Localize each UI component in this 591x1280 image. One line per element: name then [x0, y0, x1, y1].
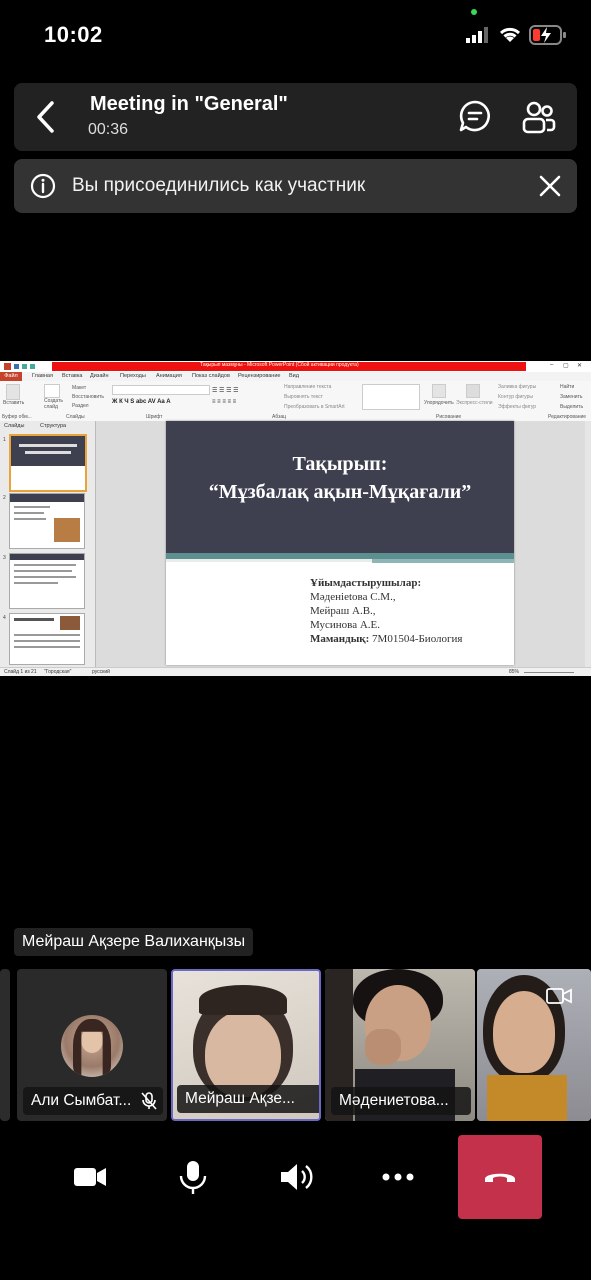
slide-counter: Слайд 1 из 21 [4, 669, 37, 675]
zoom-level: 85% [509, 669, 520, 675]
tab-transitions: Переходы [120, 373, 146, 379]
wifi-icon [499, 27, 521, 42]
privacy-indicator-dot [471, 9, 477, 15]
tab-insert: Вставка [62, 373, 83, 379]
meeting-timer: 00:36 [88, 121, 129, 138]
hang-up-icon [485, 1173, 515, 1182]
organizer-3: Мусинова А.Е. [310, 619, 381, 631]
editor-scrollbar [585, 421, 591, 667]
tab-animation: Анимация [156, 373, 182, 379]
ribbon: Вставить Создать слайд Макет Восстановит… [0, 381, 591, 422]
tab-file: Файл [0, 372, 22, 381]
group-editing: Редактирование [548, 414, 587, 420]
slide-thumbnail-1 [9, 434, 87, 492]
participant-name-text: Али Сымбат... [31, 1092, 132, 1109]
mic-muted-icon [141, 1092, 157, 1110]
participant-name: Мәдениетова... [331, 1087, 471, 1115]
participant-name-text: Мейраш Ақзе... [185, 1090, 295, 1107]
tab-design: Дизайн [90, 373, 109, 379]
slides-panel: Слайды Структура 1 2 3 4 [0, 421, 96, 667]
organizers-label: Ұйымдастырушылар: [310, 577, 422, 589]
battery-charging-icon [529, 25, 566, 45]
font-family-box [112, 385, 210, 395]
theme-name: "Городская" [44, 669, 72, 675]
participant-tile-3[interactable]: Мәдениетова... [325, 969, 475, 1121]
group-font: Шрифт [146, 414, 163, 420]
language: русский [92, 669, 110, 675]
more-icon [382, 1173, 414, 1181]
group-clipboard: Буфер обм... [2, 414, 32, 420]
slide-thumbnail-2 [9, 493, 85, 549]
specialty-value: 7М01504-Биология [372, 633, 463, 645]
group-paragraph: Абзац [272, 414, 287, 420]
tab-slideshow: Показ слайдов [192, 373, 230, 379]
hang-up-button[interactable] [458, 1135, 542, 1219]
participant-tile-1[interactable]: Али Сымбат... [17, 969, 167, 1121]
slide-thumbnail-4 [9, 613, 85, 665]
quick-styles-label: Экспресс-стили [456, 400, 493, 406]
specialty: Мамандық: 7М01504-Биология [310, 633, 463, 645]
chat-icon[interactable] [458, 99, 492, 133]
participant-name-text: Мәдениетова... [339, 1092, 449, 1109]
new-slide-icon [44, 384, 60, 398]
slide-thumbnail-3 [9, 553, 85, 609]
participant-tile-2[interactable]: Мейраш Ақзе... [171, 969, 321, 1121]
arrange-icon [432, 384, 446, 398]
participant-name: Мейраш Ақзе... [177, 1085, 319, 1113]
speaker-button[interactable] [254, 1135, 338, 1219]
meeting-header: Meeting in "General" 00:36 [14, 83, 577, 151]
close-icon[interactable] [538, 174, 562, 198]
camera-button[interactable] [48, 1135, 132, 1219]
group-drawing: Рисование [436, 414, 462, 420]
active-speaker-name: Мейраш Ақзере Валиханқызы [14, 928, 254, 956]
shape-effects-label: Эффекты фигур [498, 404, 537, 410]
slide-title-line2: “Мұзбалақ ақын-Мұқағали” [208, 481, 472, 503]
status-time: 10:02 [44, 22, 103, 47]
ppt-statusbar: Слайд 1 из 21 "Городская" русский 85% [0, 667, 591, 676]
new-slide-label: Создать слайд [44, 398, 64, 410]
microphone-icon [179, 1161, 207, 1194]
banner-text: Вы присоединились как участник [72, 175, 366, 196]
camera-switch-icon[interactable] [545, 985, 573, 1009]
quick-styles-icon [466, 384, 480, 398]
smartart-label: Преобразовать в SmartArt [284, 404, 345, 410]
panel-tab-slides: Слайды [4, 423, 25, 429]
quick-access-toolbar [4, 363, 44, 370]
slide-stripe-light [166, 559, 372, 562]
current-slide: Тақырып: “Мұзбалақ ақын-Мұқағали” Ұйымда… [166, 421, 514, 665]
slide-title-line1: Тақырып: [292, 453, 388, 475]
microphone-button[interactable] [151, 1135, 235, 1219]
participant-tile-4[interactable] [477, 969, 591, 1121]
info-icon [30, 173, 56, 199]
specialty-label: Мамандық: [310, 633, 370, 645]
camera-icon [74, 1168, 106, 1186]
window-title: Тақырып мазмұны - Microsoft PowerPoint (… [200, 362, 359, 368]
tab-home: Главная [32, 373, 53, 379]
slide-stripe-accent [372, 559, 514, 563]
back-arrow-icon[interactable] [34, 100, 56, 134]
more-options-button[interactable] [356, 1135, 440, 1219]
shapes-gallery [362, 384, 420, 410]
organizer-2: Мейраш А.В., [310, 605, 376, 617]
speaker-icon [281, 1164, 313, 1190]
join-notification-banner: Вы присоединились как участник [14, 159, 577, 213]
participants-icon[interactable] [520, 99, 556, 135]
paste-icon [6, 384, 20, 400]
panel-tab-outline: Структура [40, 423, 67, 429]
tab-review: Рецензирование [238, 373, 281, 379]
tab-view: Вид [289, 373, 299, 379]
window-controls: – ▢ ✕ [550, 362, 583, 369]
avatar [61, 1015, 123, 1077]
meeting-title: Meeting in "General" [90, 93, 288, 115]
ribbon-tabs: Главная Вставка Дизайн Переходы Анимация… [0, 372, 591, 381]
zoom-slider [524, 672, 574, 673]
group-slides: Слайды [66, 414, 85, 420]
participant-tile-partial [0, 969, 10, 1121]
cellular-signal-icon [466, 27, 488, 43]
organizer-1: Мәденietова С.М., [310, 591, 396, 603]
shared-screen: Тақырып мазмұны - Microsoft PowerPoint (… [0, 361, 591, 676]
